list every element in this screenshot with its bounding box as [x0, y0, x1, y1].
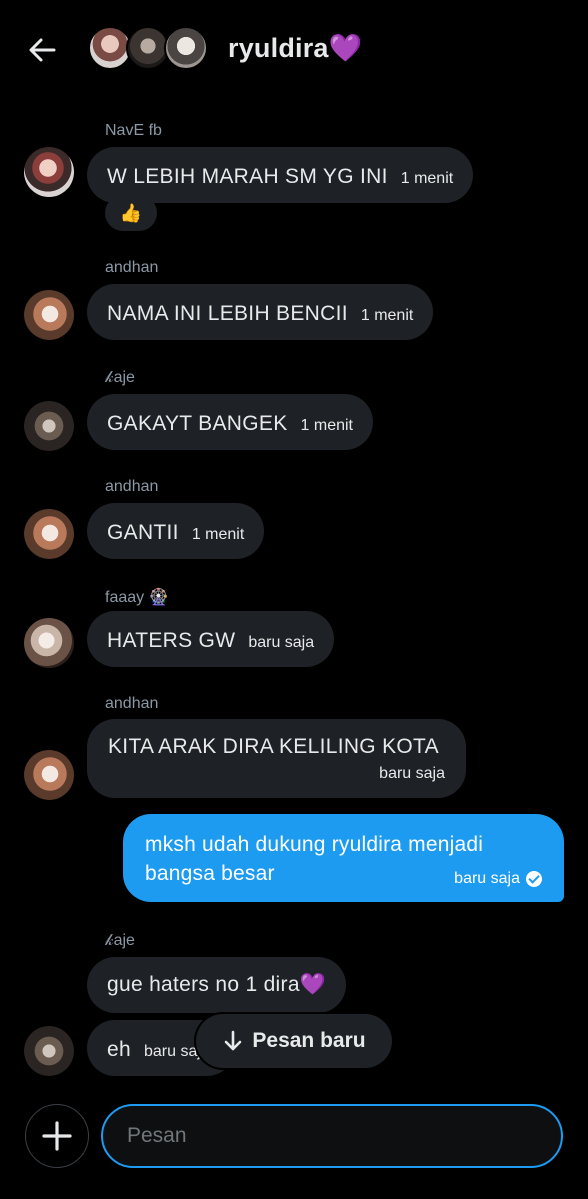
message-time: 1 menit [300, 417, 353, 434]
sender-name: faaay 🎡 [105, 589, 169, 606]
avatar[interactable] [24, 290, 74, 340]
add-attachment-button[interactable] [25, 1104, 89, 1168]
message-time: baru saja [379, 765, 445, 782]
message-bubble[interactable]: gue haters no 1 dira💜 [87, 957, 347, 1013]
group-avatars[interactable] [88, 26, 210, 72]
message-text: GAKAYT BANGEK [107, 412, 288, 435]
message-time: 1 menit [360, 307, 414, 324]
message-bubble[interactable]: W LEBIH MARAH SM YG INI 1 menit [87, 147, 474, 203]
message-bubble[interactable]: GAKAYT BANGEK 1 menit [87, 394, 373, 450]
message-bubble[interactable]: NAMA INI LEBIH BENCII 1 menit [87, 284, 434, 340]
my-message-bubble[interactable]: mksh udah dukung ryuldira menjadi bangsa… [123, 814, 564, 902]
message-bubble[interactable]: HATERS GW baru saja [87, 611, 335, 667]
avatar[interactable] [24, 401, 74, 451]
sender-name: NavE fb [105, 122, 162, 139]
conversation-header: ryuldira💜 [0, 0, 588, 100]
message-bubble[interactable]: GANTII 1 menit [87, 503, 265, 559]
message-text: NAMA INI LEBIH BENCII [107, 302, 348, 325]
sender-name: 𝓀aje [105, 369, 135, 386]
message-input[interactable] [101, 1104, 563, 1168]
conversation-title[interactable]: ryuldira💜 [228, 32, 362, 64]
avatar[interactable] [24, 1026, 74, 1076]
sender-name: andhan [105, 478, 159, 495]
arrow-left-icon [29, 38, 56, 62]
message-text: eh [107, 1038, 131, 1061]
new-messages-button[interactable]: Pesan baru [196, 1014, 392, 1068]
message-meta: baru saja [454, 870, 542, 888]
avatar[interactable] [24, 147, 74, 197]
avatar[interactable] [24, 618, 74, 668]
message-text: W LEBIH MARAH SM YG INI [107, 165, 388, 188]
plus-icon [42, 1121, 72, 1151]
message-time: baru saja [248, 634, 315, 651]
sender-name: andhan [105, 695, 159, 712]
message-time: 1 menit [191, 526, 245, 543]
message-time: 1 menit [400, 170, 454, 187]
sender-name: andhan [105, 259, 159, 276]
message-text: KITA ARAK DIRA KELILING KOTA [108, 735, 439, 758]
message-text: GANTII [107, 521, 179, 544]
reaction-badge[interactable]: 👍 [105, 195, 157, 231]
avatar[interactable] [24, 750, 74, 800]
check-circle-icon [526, 871, 542, 887]
message-bubble[interactable]: KITA ARAK DIRA KELILING KOTA baru saja [87, 719, 466, 798]
new-messages-label: Pesan baru [252, 1029, 366, 1052]
arrow-down-icon [225, 1030, 242, 1051]
message-time: baru saja [454, 870, 520, 887]
message-text: HATERS GW [107, 629, 236, 652]
avatar[interactable] [24, 509, 74, 559]
message-text: gue haters no 1 dira💜 [107, 973, 327, 996]
back-button[interactable] [22, 30, 62, 70]
avatar [164, 26, 208, 70]
sender-name: 𝓀aje [105, 932, 135, 949]
